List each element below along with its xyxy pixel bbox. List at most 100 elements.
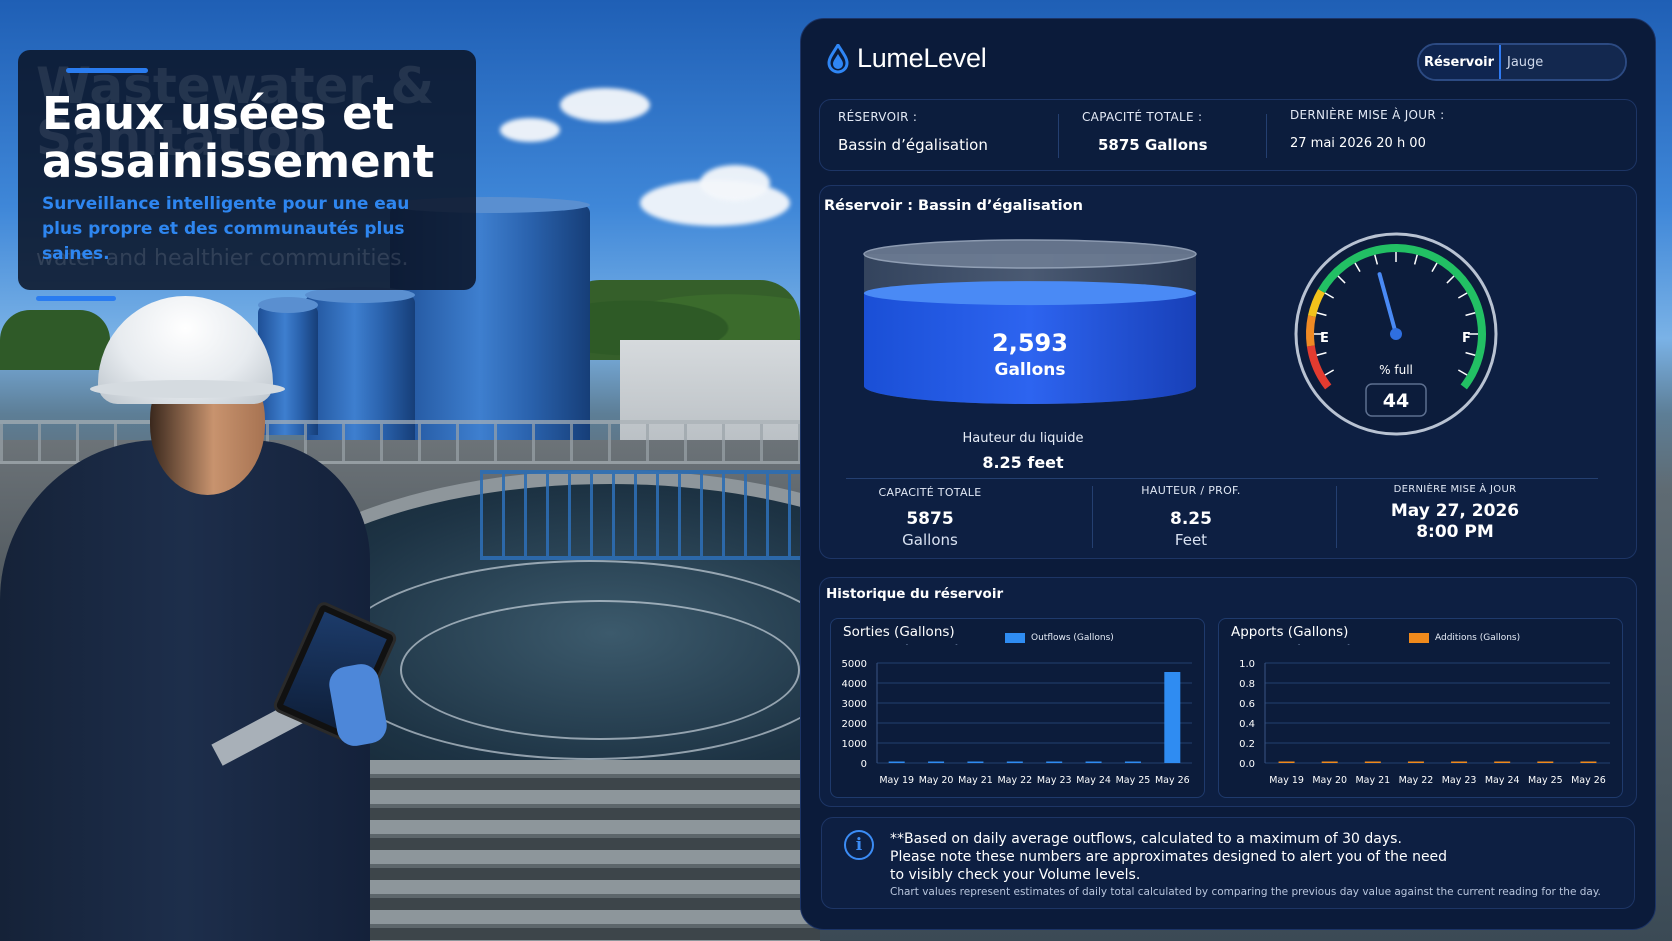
liquid-height-label: Hauteur du liquide xyxy=(962,431,1084,446)
x-tick-label: May 21 xyxy=(1355,775,1390,786)
caption-card: Wastewater & Sanitation water and health… xyxy=(18,50,476,290)
bar[interactable] xyxy=(1451,761,1468,764)
updated-label: DERNIÈRE MISE À JOUR : xyxy=(1290,108,1445,122)
dashboard-panel: LumeLevel Réservoir Jauge RÉSERVOIR : Ba… xyxy=(800,18,1656,930)
gauge-hub xyxy=(1390,328,1402,340)
outflow-plot: 0 1000 2000 3000 4000 5000 May 19 May 20 May 21 M… xyxy=(842,659,1192,786)
hard-hat-brim xyxy=(90,380,285,398)
footnote-line-2: Please note these numbers are approximat… xyxy=(890,849,1448,865)
bar[interactable] xyxy=(1407,761,1424,764)
accent-bar xyxy=(36,296,116,301)
stat-height: HAUTEUR / PROF. 8.25 Feet xyxy=(1116,484,1266,550)
fill-gauge: E F % full 44 xyxy=(1294,232,1498,436)
bar[interactable] xyxy=(888,761,905,764)
foam xyxy=(400,600,800,740)
info-icon: i xyxy=(844,830,874,860)
outflow-chart: Outflows (Gallons) Sorties (Gallons) Out… xyxy=(830,618,1205,798)
stat-height-value: 8.25 xyxy=(1170,509,1212,529)
view-toggle: Réservoir Jauge xyxy=(1417,43,1627,81)
toggle-reservoir[interactable]: Réservoir xyxy=(1419,45,1501,79)
y-tick-label: 5000 xyxy=(842,659,867,670)
history-card: Historique du réservoir Outflows (Gallon… xyxy=(819,577,1637,807)
outflow-chart-title: Sorties (Gallons) xyxy=(837,620,961,644)
y-tick-label: 3000 xyxy=(842,699,867,710)
trees xyxy=(0,310,110,370)
walkway xyxy=(480,470,800,560)
gauge-value: 44 xyxy=(1383,390,1409,412)
stat-capacity-value: 5875 xyxy=(906,509,954,529)
info-capacity: CAPACITÉ TOTALE : 5875 Gallons xyxy=(1082,110,1208,182)
x-tick-label: May 21 xyxy=(958,775,993,786)
bar[interactable] xyxy=(1494,761,1511,764)
y-tick-label: 1.0 xyxy=(1239,659,1255,670)
bar[interactable] xyxy=(1537,761,1554,764)
divider xyxy=(1266,114,1267,158)
stat-height-label: HAUTEUR / PROF. xyxy=(1141,484,1241,497)
toggle-gauge[interactable]: Jauge xyxy=(1501,45,1625,79)
gauge-caption: % full xyxy=(1379,363,1413,377)
x-tick-label: May 26 xyxy=(1571,775,1606,786)
divider xyxy=(1058,114,1059,158)
bar[interactable] xyxy=(1580,761,1597,764)
x-tick-label: May 22 xyxy=(1399,775,1434,786)
x-tick-label: May 19 xyxy=(1269,775,1304,786)
bar[interactable] xyxy=(1046,761,1063,764)
y-tick-label: 0.4 xyxy=(1239,719,1255,730)
additions-chart: Additions (Gallons) Apports (Gallons) Ad… xyxy=(1218,618,1623,798)
reservoir-value: Bassin d’égalisation xyxy=(838,136,988,154)
accent-bar xyxy=(66,68,148,73)
bar[interactable] xyxy=(1321,761,1338,764)
y-tick-label: 0.2 xyxy=(1239,739,1255,750)
x-tick-label: May 24 xyxy=(1485,775,1520,786)
tank-liquid-surface xyxy=(864,281,1196,306)
bar[interactable] xyxy=(1278,761,1295,764)
app-logo: LumeLevel xyxy=(827,43,987,74)
y-tick-label: 0.0 xyxy=(1239,759,1255,770)
footnote-small: Chart values represent estimates of dail… xyxy=(890,886,1601,898)
stat-height-unit: Feet xyxy=(1174,531,1208,549)
bar[interactable] xyxy=(928,761,945,764)
tank-volume-unit: Gallons xyxy=(995,360,1066,380)
cloud xyxy=(500,118,560,142)
cloud xyxy=(560,88,650,122)
x-tick-label: May 19 xyxy=(879,775,914,786)
tank-graphic: 2,593 Gallons xyxy=(863,239,1197,404)
stat-capacity-label: CAPACITÉ TOTALE xyxy=(878,486,982,499)
x-tick-label: May 23 xyxy=(1037,775,1072,786)
x-tick-label: May 20 xyxy=(1312,775,1347,786)
bar[interactable] xyxy=(1124,761,1141,764)
y-tick-label: 0.6 xyxy=(1239,699,1255,710)
stat-updated: DERNIÈRE MISE À JOUR May 27, 2026 8:00 P… xyxy=(1340,484,1570,543)
stat-capacity: CAPACITÉ TOTALE 5875 Gallons xyxy=(860,486,1000,550)
y-tick-label: 1000 xyxy=(842,739,867,750)
reservoir-card-title: Réservoir : Bassin d’égalisation xyxy=(824,198,1083,214)
app-name: LumeLevel xyxy=(857,43,987,73)
gauge-empty-label: E xyxy=(1320,331,1329,346)
divider xyxy=(1336,486,1337,548)
stat-updated-time: 8:00 PM xyxy=(1416,522,1494,542)
additions-plot: 0.0 0.2 0.4 0.6 0.8 1.0 May 19 May 20 May 21 May … xyxy=(1239,659,1610,786)
caption-title: Eaux usées et assainissement xyxy=(42,87,435,188)
bar[interactable] xyxy=(1006,761,1023,764)
x-tick-label: May 22 xyxy=(997,775,1032,786)
x-tick-label: May 25 xyxy=(1116,775,1151,786)
footnote-line-1: **Based on daily average outflows, calcu… xyxy=(890,831,1402,847)
tank-volume-value: 2,593 xyxy=(992,329,1068,357)
footnote-line-3: to visibly check your Volume levels. xyxy=(890,867,1141,883)
x-tick-label: May 24 xyxy=(1076,775,1111,786)
capacity-label: CAPACITÉ TOTALE : xyxy=(1082,110,1203,124)
cloud xyxy=(700,165,770,201)
stat-updated-label: DERNIÈRE MISE À JOUR xyxy=(1393,484,1517,495)
additions-chart-title: Apports (Gallons) xyxy=(1225,620,1355,644)
footnote: i **Based on daily average outflows, cal… xyxy=(821,817,1635,909)
bar[interactable] xyxy=(1364,761,1381,764)
y-tick-label: 0.8 xyxy=(1239,679,1255,690)
bar[interactable] xyxy=(1164,672,1181,763)
x-tick-label: May 25 xyxy=(1528,775,1563,786)
y-tick-label: 4000 xyxy=(842,679,867,690)
info-updated: DERNIÈRE MISE À JOUR : 27 mai 2026 20 h … xyxy=(1290,108,1445,180)
x-tick-label: May 26 xyxy=(1155,775,1190,786)
stat-capacity-unit: Gallons xyxy=(902,531,958,549)
bar[interactable] xyxy=(967,761,984,764)
bar[interactable] xyxy=(1085,761,1102,764)
